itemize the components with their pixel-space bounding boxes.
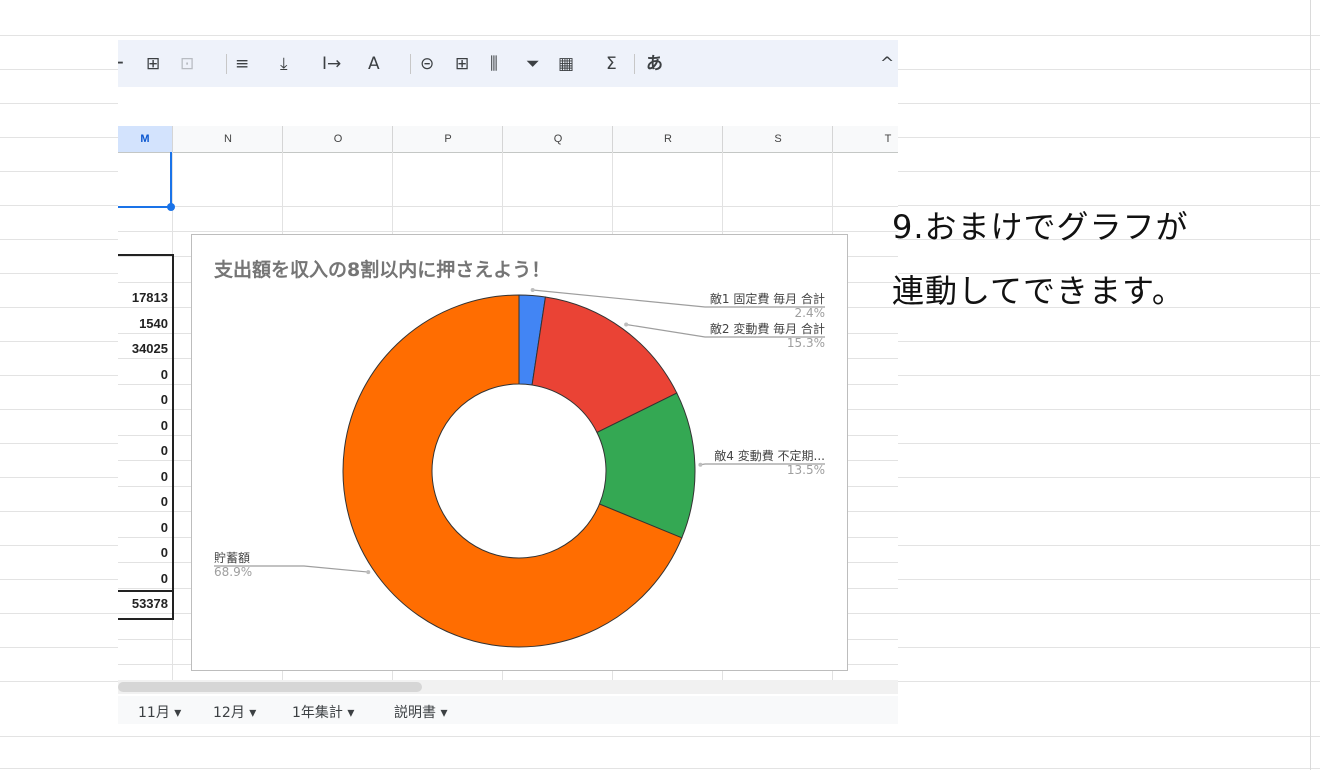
column-header-m[interactable]: M: [118, 126, 172, 152]
slice-percent: 68.9%: [214, 565, 252, 579]
horizontal-align-icon[interactable]: ≡: [235, 52, 249, 76]
cell-value[interactable]: 0: [118, 520, 168, 535]
fill-handle[interactable]: [167, 203, 175, 211]
vertical-align-icon[interactable]: ⤓: [280, 52, 288, 76]
paint-format-icon[interactable]: ⁃: [118, 52, 125, 76]
cell-value[interactable]: 1540: [118, 316, 168, 331]
slice-percent: 15.3%: [787, 336, 825, 350]
filter-views-icon[interactable]: ▦: [558, 52, 574, 76]
insert-chart-icon[interactable]: ⫼: [490, 52, 498, 76]
cell-value[interactable]: 17813: [118, 290, 168, 305]
cell-value[interactable]: 0: [118, 443, 168, 458]
slice-percent: 13.5%: [787, 463, 825, 477]
slice-percent: 2.4%: [795, 306, 826, 320]
selection-border: [170, 152, 172, 207]
sheet-tab-manual[interactable]: 説明書 ▾: [394, 702, 447, 722]
sheet-tab-dec[interactable]: 12月 ▾: [213, 702, 256, 722]
column-headers: M N O P Q R S T: [118, 126, 898, 153]
note-line-2: 連動してできます。: [892, 272, 1185, 310]
leader-dot: [624, 322, 629, 327]
chart-plot: 敵1 固定費 毎月 合計2.4%敵2 変動費 毎月 合計15.3% 敵4 変動費 …: [214, 288, 826, 648]
input-tools-icon[interactable]: あ: [646, 52, 663, 76]
cell-value[interactable]: 0: [118, 392, 168, 407]
insert-comment-icon[interactable]: ⊞: [455, 52, 469, 76]
slice-label: 敵4 変動費 不定期...: [714, 448, 825, 463]
formula-bar-area: [118, 87, 898, 125]
cell-value[interactable]: 0: [118, 494, 168, 509]
selection-border-bottom: [118, 206, 172, 208]
slice-label: 貯蓄額: [214, 551, 250, 565]
leader-dot: [366, 570, 371, 575]
text-wrap-icon[interactable]: I→: [322, 52, 341, 76]
leader-dot: [698, 462, 703, 467]
column-header-n[interactable]: N: [172, 126, 283, 152]
spreadsheet-screenshot: ⁃ ⊞ ⊡ ≡ ⤓ I→ A ⊝ ⊞ ⫼ ⏷ ▦ Σ あ ^ M N O P Q…: [118, 40, 898, 724]
toolbar: ⁃ ⊞ ⊡ ≡ ⤓ I→ A ⊝ ⊞ ⫼ ⏷ ▦ Σ あ ^: [118, 40, 898, 87]
cell-value[interactable]: 0: [118, 545, 168, 560]
text-rotation-icon[interactable]: A: [368, 52, 380, 76]
column-header-s[interactable]: S: [722, 126, 833, 152]
column-header-r[interactable]: R: [612, 126, 723, 152]
column-header-t[interactable]: T: [832, 126, 898, 152]
values-column: 17813 1540 34025 0 0 0 0 0 0 0 0 0 53378: [118, 254, 174, 620]
sheet-tabs: 11月 ▾ 12月 ▾ 1年集計 ▾ 説明書 ▾: [118, 696, 898, 724]
merge-cells-icon[interactable]: ⊡: [180, 52, 194, 76]
insert-link-icon[interactable]: ⊝: [420, 52, 434, 76]
slice-label: 敵2 変動費 毎月 合計: [710, 321, 825, 336]
sheet-tab-annual[interactable]: 1年集計 ▾: [292, 702, 354, 722]
borders-icon[interactable]: ⊞: [146, 52, 160, 76]
filter-icon[interactable]: ⏷: [526, 52, 540, 76]
total-value[interactable]: 53378: [118, 596, 168, 611]
cell-value[interactable]: 0: [118, 571, 168, 586]
leader-dot: [530, 288, 535, 293]
column-header-p[interactable]: P: [392, 126, 503, 152]
column-header-q[interactable]: Q: [502, 126, 613, 152]
cell-value[interactable]: 0: [118, 367, 168, 382]
collapse-toolbar-icon[interactable]: ^: [880, 52, 894, 76]
note-line-1: 9.おまけでグラフが: [892, 208, 1189, 246]
sheet-tab-nov[interactable]: 11月 ▾: [138, 702, 181, 722]
cell-value[interactable]: 0: [118, 418, 168, 433]
cell-value[interactable]: 34025: [118, 341, 168, 356]
functions-icon[interactable]: Σ: [606, 52, 617, 76]
donut-chart[interactable]: 支出額を収入の8割以内に押さえよう！ 敵1 固定費 毎月 合計 2.4% 敵2 変動…: [191, 234, 848, 671]
column-header-o[interactable]: O: [282, 126, 393, 152]
cell-value[interactable]: 0: [118, 469, 168, 484]
slice-label: 敵1 固定費 毎月 合計: [710, 291, 825, 306]
horizontal-scrollbar-thumb[interactable]: [118, 682, 422, 692]
